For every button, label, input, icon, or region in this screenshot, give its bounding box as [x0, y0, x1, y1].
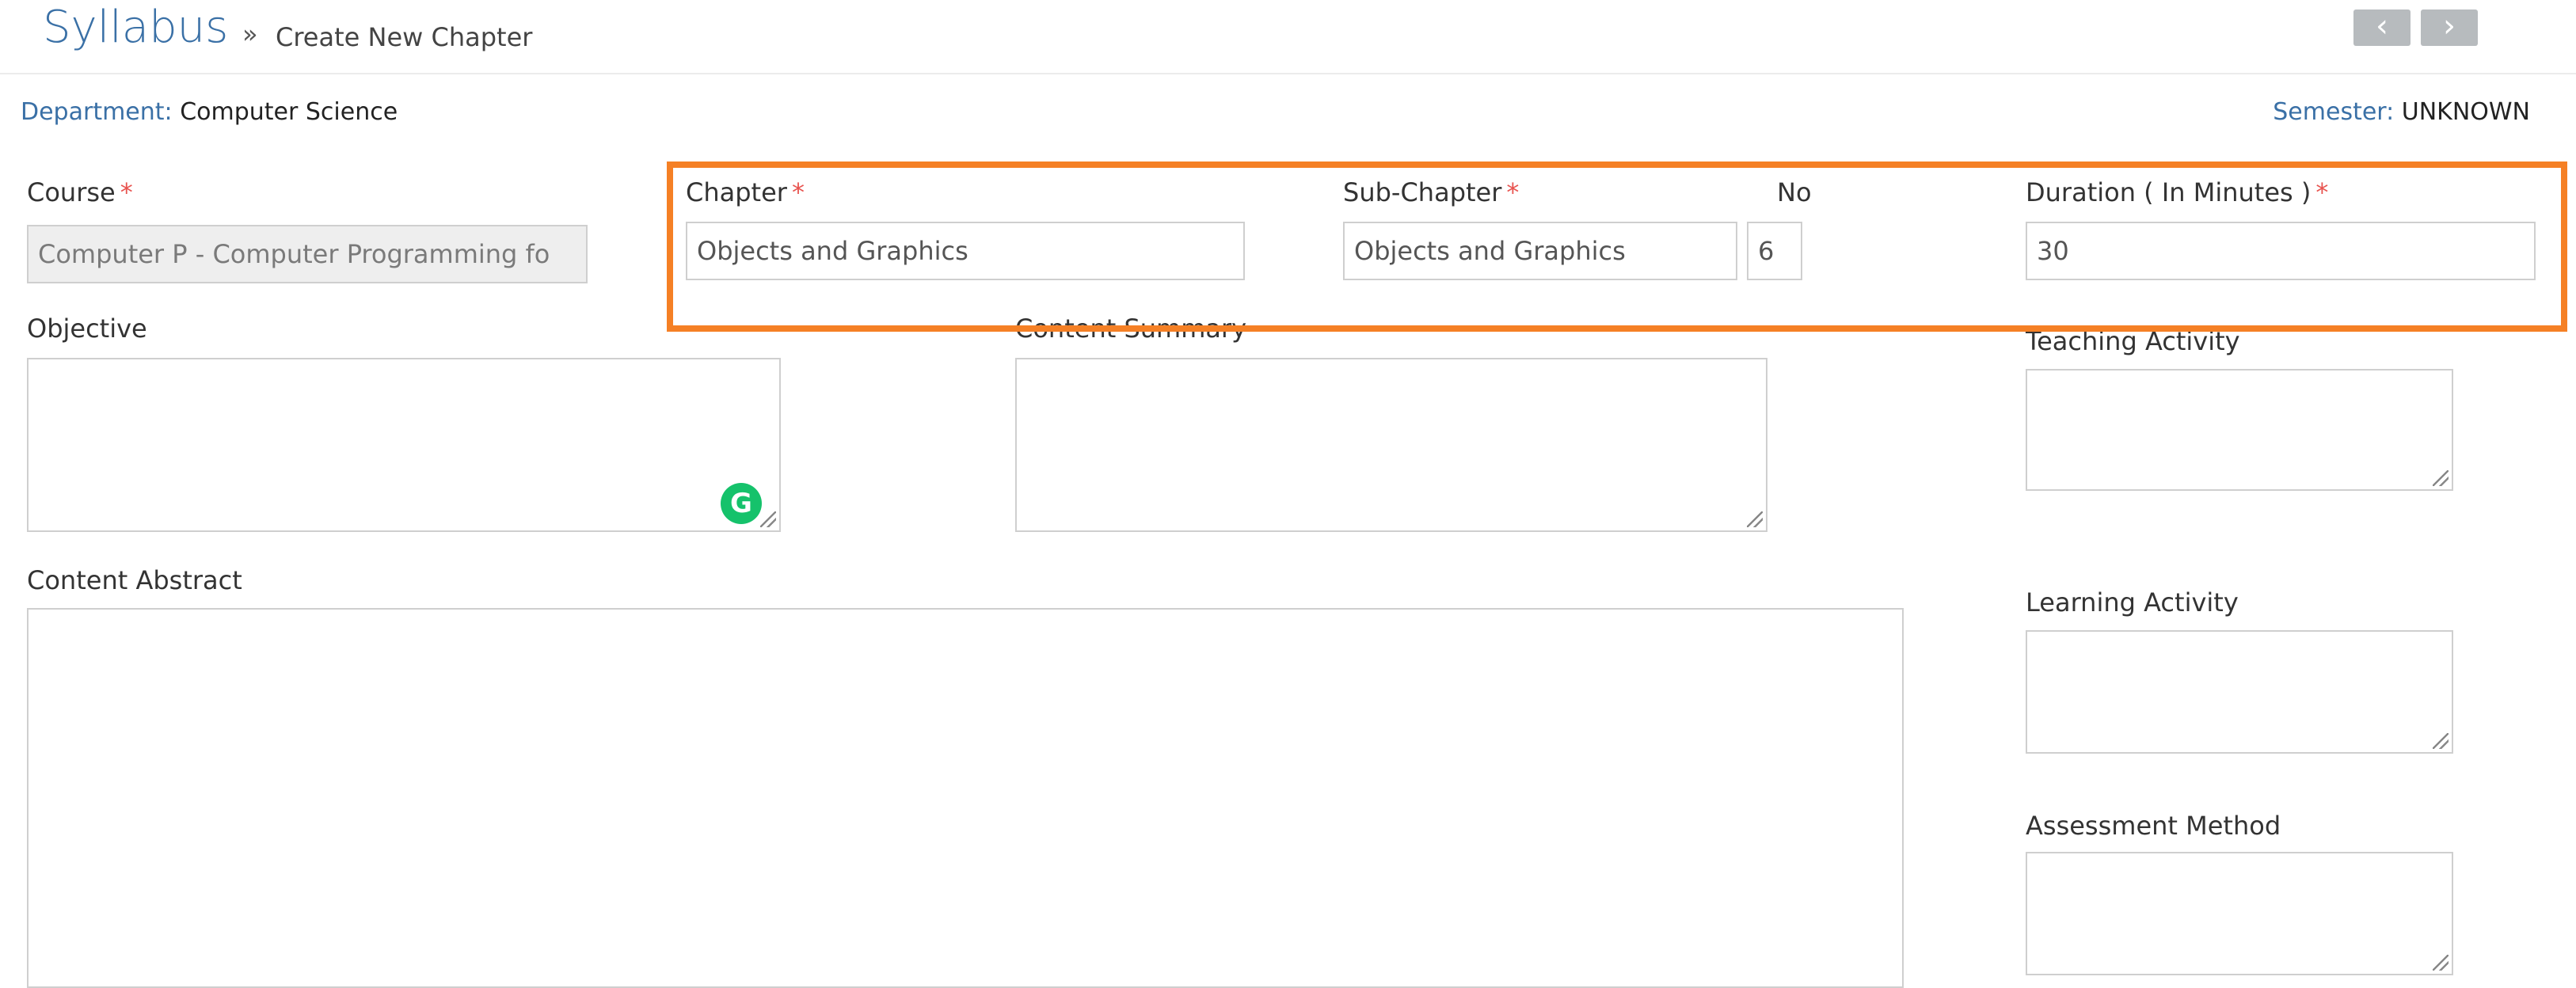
resize-handle[interactable]: [760, 511, 776, 527]
grammarly-icon[interactable]: G: [721, 483, 762, 524]
resize-handle[interactable]: [2433, 733, 2449, 749]
objective-textarea[interactable]: G: [27, 358, 781, 532]
duration-label-text: Duration ( In Minutes ): [2026, 177, 2312, 207]
course-label-text: Course: [27, 177, 116, 207]
no-label: No: [1777, 177, 1812, 207]
learning-activity-textarea[interactable]: [2026, 630, 2453, 754]
next-button[interactable]: ›: [2421, 10, 2478, 46]
previous-button[interactable]: ‹: [2353, 10, 2410, 46]
required-marker: *: [120, 177, 133, 207]
chapter-label-text: Chapter: [686, 177, 787, 207]
duration-field[interactable]: 30: [2026, 222, 2536, 280]
department-value: Computer Science: [180, 98, 398, 126]
page-title: Syllabus: [43, 2, 229, 53]
course-label: Course *: [27, 177, 133, 207]
breadcrumb-separator: »: [242, 19, 258, 49]
resize-handle[interactable]: [1747, 511, 1763, 527]
assessment-method-textarea[interactable]: [2026, 852, 2453, 975]
sub-chapter-label-text: Sub-Chapter: [1343, 177, 1502, 207]
resize-handle[interactable]: [2433, 955, 2449, 971]
assessment-method-label: Assessment Method: [2026, 811, 2281, 841]
no-field[interactable]: 6: [1747, 222, 1802, 280]
required-marker: *: [1506, 177, 1520, 207]
chapter-label: Chapter *: [686, 177, 805, 207]
chevron-right-icon: ›: [2443, 8, 2456, 44]
chevron-left-icon: ‹: [2376, 8, 2388, 44]
department-info: Department: Computer Science: [21, 98, 398, 126]
semester-info: Semester: UNKNOWN: [2273, 98, 2530, 126]
chapter-field[interactable]: Objects and Graphics: [686, 222, 1245, 280]
sub-chapter-label: Sub-Chapter *: [1343, 177, 1519, 207]
semester-value: UNKNOWN: [2401, 98, 2530, 126]
teaching-activity-label: Teaching Activity: [2026, 326, 2240, 356]
department-label: Department:: [21, 98, 173, 126]
course-field[interactable]: Computer P - Computer Programming fo: [27, 225, 588, 283]
content-summary-textarea[interactable]: [1015, 358, 1767, 532]
sub-chapter-field[interactable]: Objects and Graphics: [1343, 222, 1737, 280]
required-marker: *: [2315, 177, 2329, 207]
semester-label: Semester:: [2273, 98, 2395, 126]
content-abstract-label: Content Abstract: [27, 565, 242, 595]
breadcrumb: Create New Chapter: [276, 22, 533, 52]
duration-label: Duration ( In Minutes ) *: [2026, 177, 2328, 207]
content-abstract-textarea[interactable]: [27, 608, 1904, 988]
resize-handle[interactable]: [2433, 470, 2449, 486]
learning-activity-label: Learning Activity: [2026, 587, 2239, 618]
header-divider: [0, 73, 2576, 74]
teaching-activity-textarea[interactable]: [2026, 369, 2453, 491]
required-marker: *: [791, 177, 805, 207]
objective-label: Objective: [27, 314, 147, 344]
content-summary-label: Content Summary: [1015, 314, 1247, 344]
